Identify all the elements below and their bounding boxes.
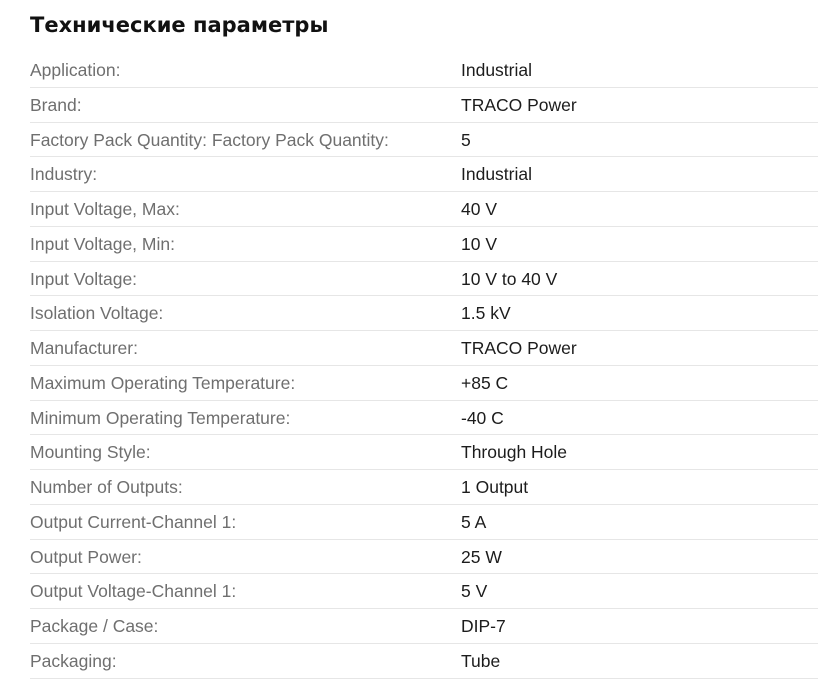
spec-value: TRACO Power xyxy=(461,338,577,358)
spec-value: Industrial xyxy=(461,60,533,80)
spec-value: -40 C xyxy=(461,407,504,428)
spec-row-packaging: Packaging: Tube xyxy=(30,644,818,679)
spec-label: Application: xyxy=(30,60,121,80)
spec-panel: Технические параметры Application: Indus… xyxy=(0,0,818,683)
spec-label: Package / Case: xyxy=(30,616,159,636)
page-title: Технические параметры xyxy=(30,13,329,37)
spec-row-isolation-voltage: Isolation Voltage: 1.5 kV xyxy=(30,296,818,331)
spec-row-application: Application: Industrial xyxy=(30,53,818,88)
spec-row-package-case: Package / Case: DIP-7 xyxy=(30,609,818,644)
spec-label: Industry: xyxy=(30,164,98,185)
spec-label: Output Power: xyxy=(30,546,142,567)
spec-label: Input Voltage, Max: xyxy=(30,199,180,219)
spec-row-brand: Brand: TRACO Power xyxy=(30,88,818,123)
spec-label: Input Voltage, Min: xyxy=(30,233,175,254)
spec-label: Maximum Operating Temperature: xyxy=(30,372,296,393)
spec-value: 5 V xyxy=(461,581,488,602)
spec-value: 5 xyxy=(461,129,471,150)
spec-value: 1 Output xyxy=(461,477,529,497)
spec-value: +85 C xyxy=(461,372,509,393)
spec-label: Manufacturer: xyxy=(30,338,138,358)
spec-value: 40 V xyxy=(461,199,497,219)
spec-row-factory-pack-quantity: Factory Pack Quantity: Factory Pack Quan… xyxy=(30,123,818,158)
spec-value: 10 V to 40 V xyxy=(461,268,558,289)
spec-label: Input Voltage: xyxy=(30,268,138,289)
spec-value: DIP-7 xyxy=(461,616,506,636)
spec-row-input-voltage-min: Input Voltage, Min: 10 V xyxy=(30,227,818,262)
spec-value: 5 A xyxy=(461,511,487,532)
spec-label: Number of Outputs: xyxy=(30,477,183,497)
spec-row-input-voltage: Input Voltage: 10 V to 40 V xyxy=(30,262,818,297)
spec-label: Factory Pack Quantity: Factory Pack Quan… xyxy=(30,129,389,150)
spec-value: Tube xyxy=(461,650,501,671)
spec-label: Isolation Voltage: xyxy=(30,303,164,324)
spec-row-input-voltage-max: Input Voltage, Max: 40 V xyxy=(30,192,818,227)
spec-row-industry: Industry: Industrial xyxy=(30,157,818,192)
spec-row-output-power: Output Power: 25 W xyxy=(30,540,818,575)
spec-value: 25 W xyxy=(461,546,502,567)
spec-label: Output Current-Channel 1: xyxy=(30,511,237,532)
spec-row-number-of-outputs: Number of Outputs: 1 Output xyxy=(30,470,818,505)
spec-list: Application: Industrial Brand: TRACO Pow… xyxy=(30,53,818,679)
spec-row-manufacturer: Manufacturer: TRACO Power xyxy=(30,331,818,366)
spec-label: Output Voltage-Channel 1: xyxy=(30,581,237,602)
spec-value: Industrial xyxy=(461,164,533,185)
spec-value: Through Hole xyxy=(461,442,568,463)
spec-value: 1.5 kV xyxy=(461,303,511,324)
spec-label: Mounting Style: xyxy=(30,442,151,463)
spec-label: Packaging: xyxy=(30,650,117,671)
spec-label: Brand: xyxy=(30,94,82,115)
spec-row-output-current-channel-1: Output Current-Channel 1: 5 A xyxy=(30,505,818,540)
spec-value: 10 V xyxy=(461,233,497,254)
spec-value: TRACO Power xyxy=(461,94,577,115)
spec-row-max-operating-temperature: Maximum Operating Temperature: +85 C xyxy=(30,366,818,401)
spec-row-output-voltage-channel-1: Output Voltage-Channel 1: 5 V xyxy=(30,574,818,609)
spec-row-min-operating-temperature: Minimum Operating Temperature: -40 C xyxy=(30,401,818,436)
spec-label: Minimum Operating Temperature: xyxy=(30,407,291,428)
spec-row-mounting-style: Mounting Style: Through Hole xyxy=(30,435,818,470)
